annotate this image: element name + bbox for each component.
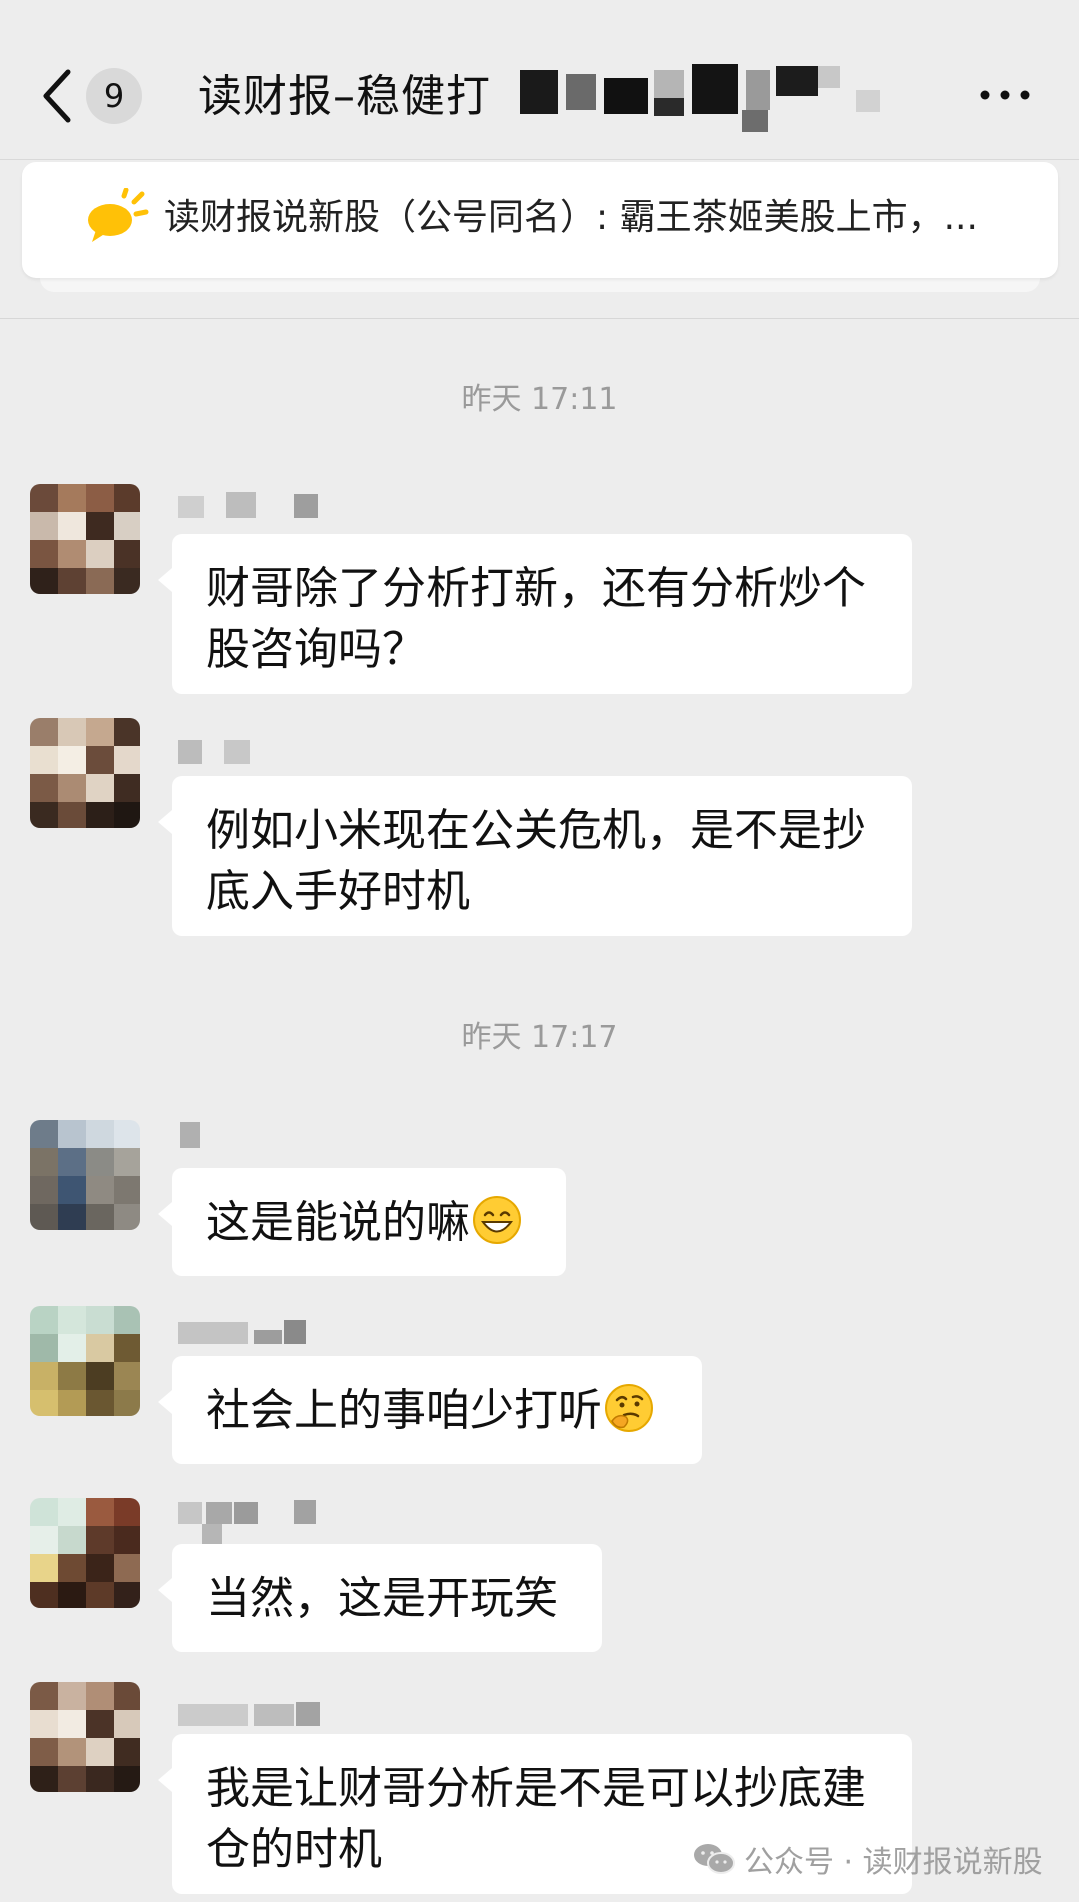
wechat-icon	[694, 1844, 735, 1874]
message-bubble[interactable]: 这是能说的嘛	[158, 1168, 566, 1276]
message-timestamp: 昨天 17:17	[461, 1020, 618, 1055]
chat-header: 9 读财报–稳健打	[0, 0, 1079, 160]
sender-name-redacted	[178, 738, 338, 766]
title-redaction-mosaic-tail	[856, 90, 880, 112]
avatar[interactable]	[30, 718, 140, 828]
message-timestamp: 昨天 17:11	[461, 382, 618, 417]
message-text: 社会上的事咱少打听	[206, 1385, 602, 1436]
chat-title: 读财报–稳健打	[198, 71, 491, 122]
message-bubble[interactable]: 当然，这是开玩笑	[158, 1544, 602, 1652]
thinking-face-emoji	[605, 1384, 653, 1432]
unread-count-badge[interactable]: 9	[86, 68, 142, 124]
grinning-face-emoji	[473, 1196, 521, 1244]
avatar[interactable]	[30, 1306, 140, 1416]
avatar[interactable]	[30, 1682, 140, 1792]
message-text: 这是能说的嘛	[206, 1197, 470, 1248]
sender-name-redacted	[178, 492, 338, 520]
more-options-icon[interactable]	[975, 80, 1035, 110]
sender-name-redacted	[178, 1702, 338, 1730]
watermark-text: 公众号 · 读财报说新股	[744, 1845, 1043, 1880]
sender-name-redacted	[178, 1122, 338, 1150]
message-bubble[interactable]: 社会上的事咱少打听	[158, 1356, 702, 1464]
avatar[interactable]	[30, 484, 140, 594]
sender-name-redacted	[178, 1320, 338, 1348]
watermark: 公众号 · 读财报说新股	[692, 1836, 1043, 1882]
divider	[0, 318, 1079, 319]
title-redaction-mosaic	[520, 64, 890, 134]
avatar[interactable]	[30, 1498, 140, 1608]
message-bubble[interactable]: 例如小米现在公关危机，是不是抄底入手好时机	[158, 776, 912, 936]
back-arrow-icon[interactable]	[38, 66, 78, 126]
sender-name-redacted	[178, 1500, 338, 1546]
pinned-notice[interactable]: 读财报说新股（公号同名）: 霸王茶姬美股上市，...	[22, 162, 1058, 278]
message-bubble[interactable]: 财哥除了分析打新，还有分析炒个股咨询吗？	[158, 534, 912, 694]
avatar[interactable]	[30, 1120, 140, 1230]
pinned-notice-text: 读财报说新股（公号同名）: 霸王茶姬美股上市，...	[164, 197, 978, 238]
announcement-icon	[82, 187, 150, 248]
